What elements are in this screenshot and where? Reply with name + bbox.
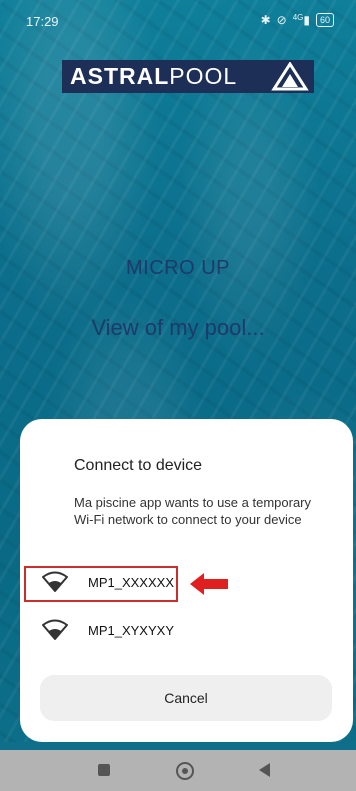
status-time: 17:29 xyxy=(26,14,59,29)
home-icon[interactable] xyxy=(176,762,194,780)
wifi-icon xyxy=(42,619,68,640)
logo-mark-icon xyxy=(271,62,309,91)
network-name: MP1_XYXYXY xyxy=(88,622,174,638)
astralpool-logo: ASTRALPOOL xyxy=(62,60,314,93)
logo-text-bold: ASTRAL xyxy=(70,63,170,89)
status-bar: 17:29 ✱ ⊘ 4G▮ 60 xyxy=(0,0,356,40)
background-strip xyxy=(0,742,356,750)
recents-icon[interactable] xyxy=(98,764,110,776)
back-icon[interactable] xyxy=(259,763,270,777)
status-icons: ✱ ⊘ 4G▮ 60 xyxy=(261,13,334,27)
mute-icon: ⊘ xyxy=(276,13,287,27)
network-highlight-box xyxy=(24,566,178,602)
system-nav-bar xyxy=(0,750,356,791)
red-arrow-icon xyxy=(190,573,228,595)
battery-icon: 60 xyxy=(315,13,334,27)
dialog-message: Ma piscine app wants to use a temporary … xyxy=(74,495,312,527)
app-subtitle: View of my pool... xyxy=(91,315,265,340)
bluetooth-icon: ✱ xyxy=(260,13,271,27)
cancel-button[interactable]: Cancel xyxy=(40,675,332,721)
app-title: MICRO UP xyxy=(126,257,230,279)
dialog-title: Connect to device xyxy=(74,457,203,474)
signal-icon: 4G▮ xyxy=(292,13,310,27)
network-item[interactable]: MP1_XYXYXY xyxy=(32,615,332,645)
logo-text-light: POOL xyxy=(169,63,238,89)
